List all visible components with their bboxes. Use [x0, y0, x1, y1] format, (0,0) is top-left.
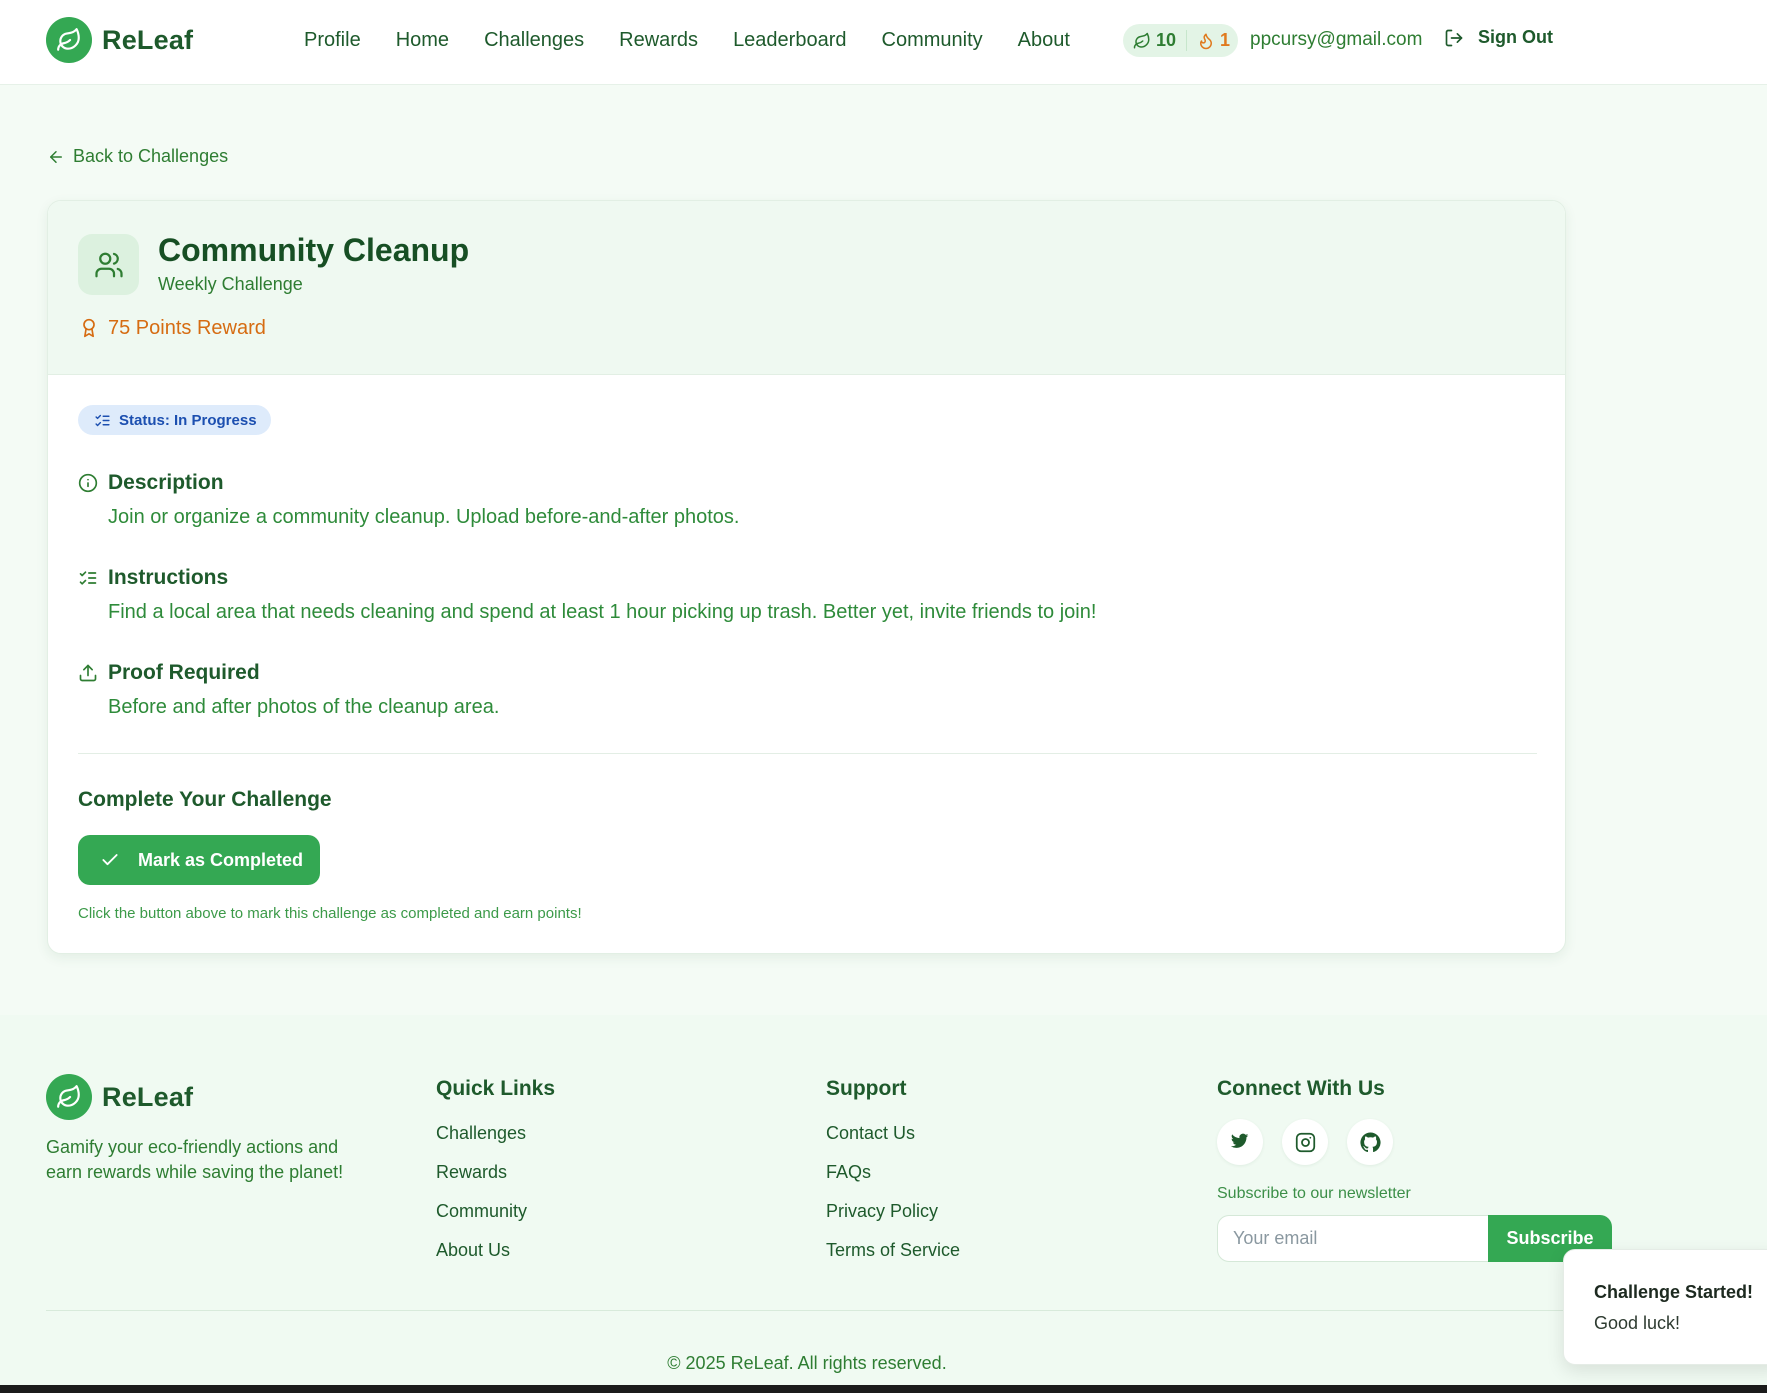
- list-checks-icon: [94, 412, 111, 429]
- sign-out-button[interactable]: Sign Out: [1444, 27, 1553, 48]
- check-icon: [100, 850, 120, 870]
- copyright-text: © 2025 ReLeaf. All rights reserved.: [667, 1353, 947, 1373]
- points-reward-label: 75 Points Reward: [108, 316, 266, 339]
- leaf-icon: [1133, 32, 1151, 50]
- instructions-section: Instructions Find a local area that need…: [78, 566, 1096, 624]
- footer-link-contact[interactable]: Contact Us: [826, 1123, 960, 1144]
- upload-icon: [78, 663, 98, 683]
- footer-link-rewards[interactable]: Rewards: [436, 1162, 555, 1183]
- newsletter-label: Subscribe to our newsletter: [1217, 1185, 1411, 1202]
- streak-count: 1: [1187, 30, 1230, 51]
- mark-completed-button[interactable]: Mark as Completed: [78, 835, 320, 885]
- bottom-bar: [0, 1385, 1767, 1393]
- complete-hint: Click the button above to mark this chal…: [78, 905, 582, 922]
- proof-section: Proof Required Before and after photos o…: [78, 661, 499, 719]
- toast-notification[interactable]: Challenge Started! Good luck!: [1563, 1249, 1767, 1365]
- nav-leaderboard[interactable]: Leaderboard: [733, 29, 846, 52]
- description-section: Description Join or organize a community…: [78, 471, 739, 529]
- streak-value: 1: [1220, 30, 1231, 50]
- footer-link-faqs[interactable]: FAQs: [826, 1162, 960, 1183]
- footer-divider: [46, 1310, 1565, 1311]
- nav-about[interactable]: About: [1018, 29, 1070, 52]
- support-heading: Support: [826, 1077, 907, 1100]
- user-email[interactable]: ppcursy@gmail.com: [1250, 29, 1422, 51]
- footer-link-community[interactable]: Community: [436, 1201, 555, 1222]
- section-divider: [78, 753, 1537, 754]
- list-checks-icon: [78, 568, 98, 588]
- leaf-points-value: 10: [1156, 30, 1177, 50]
- main-nav: Profile Home Challenges Rewards Leaderbo…: [304, 0, 1105, 80]
- user-stats: 10 1: [1123, 24, 1239, 57]
- description-text: Join or organize a community cleanup. Up…: [108, 506, 740, 528]
- description-heading: Description: [108, 471, 224, 494]
- quick-links-column: Quick Links Challenges Rewards Community…: [436, 1077, 555, 1279]
- proof-heading: Proof Required: [108, 661, 260, 684]
- challenge-frequency: Weekly Challenge: [158, 274, 303, 294]
- footer-link-about-us[interactable]: About Us: [436, 1240, 555, 1261]
- leaf-icon: [46, 17, 92, 63]
- instructions-text: Find a local area that needs cleaning an…: [108, 601, 1097, 623]
- complete-heading: Complete Your Challenge: [78, 788, 332, 811]
- back-to-challenges-link[interactable]: Back to Challenges: [47, 146, 228, 167]
- users-icon: [78, 234, 139, 295]
- social-links: [1217, 1119, 1393, 1165]
- connect-column: Connect With Us: [1217, 1077, 1385, 1123]
- brand-name: ReLeaf: [102, 24, 194, 55]
- status-badge: Status: In Progress: [78, 405, 271, 435]
- flame-icon: [1197, 32, 1215, 50]
- github-icon[interactable]: [1347, 1119, 1393, 1165]
- leaf-icon: [46, 1074, 92, 1120]
- log-out-icon: [1444, 28, 1464, 48]
- site-footer: ReLeaf Gamify your eco-friendly actions …: [0, 1015, 1767, 1385]
- footer-link-challenges[interactable]: Challenges: [436, 1123, 555, 1144]
- challenge-header: Community Cleanup Weekly Challenge 75 Po…: [48, 201, 1565, 375]
- sign-out-label: Sign Out: [1478, 27, 1553, 47]
- leaf-points: 10: [1133, 30, 1188, 51]
- brand-logo[interactable]: ReLeaf: [46, 17, 193, 63]
- quick-links-heading: Quick Links: [436, 1077, 556, 1100]
- footer-brand-name: ReLeaf: [102, 1081, 194, 1112]
- instagram-icon[interactable]: [1282, 1119, 1328, 1165]
- nav-rewards[interactable]: Rewards: [619, 29, 698, 52]
- back-link-label: Back to Challenges: [73, 146, 229, 166]
- toast-message: Good luck!: [1594, 1313, 1681, 1333]
- nav-profile[interactable]: Profile: [304, 29, 361, 52]
- newsletter-email-input[interactable]: [1217, 1215, 1489, 1262]
- challenge-title: Community Cleanup: [158, 232, 470, 268]
- footer-brand[interactable]: ReLeaf: [46, 1074, 193, 1120]
- toast-title: Challenge Started!: [1594, 1282, 1754, 1302]
- info-icon: [78, 473, 98, 493]
- nav-home[interactable]: Home: [396, 29, 449, 52]
- footer-tagline: Gamify your eco-friendly actions and ear…: [46, 1137, 344, 1182]
- connect-heading: Connect With Us: [1217, 1077, 1385, 1100]
- top-header: ReLeaf Profile Home Challenges Rewards L…: [0, 0, 1767, 85]
- award-icon: [79, 316, 99, 340]
- proof-text: Before and after photos of the cleanup a…: [108, 696, 500, 718]
- nav-challenges[interactable]: Challenges: [484, 29, 584, 52]
- challenge-card: Community Cleanup Weekly Challenge 75 Po…: [47, 200, 1566, 954]
- instructions-heading: Instructions: [108, 566, 229, 589]
- mark-completed-label: Mark as Completed: [138, 849, 304, 870]
- footer-link-privacy[interactable]: Privacy Policy: [826, 1201, 960, 1222]
- support-column: Support Contact Us FAQs Privacy Policy T…: [826, 1077, 960, 1279]
- status-label: Status: In Progress: [119, 411, 257, 429]
- footer-link-terms[interactable]: Terms of Service: [826, 1240, 960, 1261]
- arrow-left-icon: [47, 148, 65, 166]
- nav-community[interactable]: Community: [882, 29, 983, 52]
- twitter-icon[interactable]: [1217, 1119, 1263, 1165]
- points-reward: 75 Points Reward: [79, 316, 266, 340]
